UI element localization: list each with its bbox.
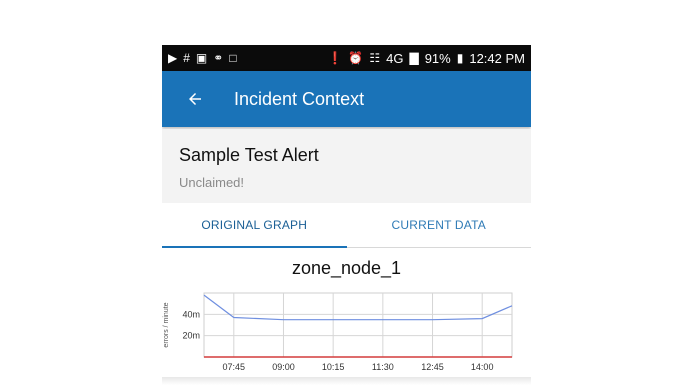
x-tick-label: 12:45 (421, 362, 444, 372)
panel-shadow (162, 377, 531, 385)
graph-title: zone_node_1 (291, 258, 402, 278)
battery-icon: ▮ (456, 51, 464, 65)
x-tick-label: 10:15 (322, 362, 345, 372)
status-bar: ▶ # ▣ ⚭ □ ❗ ⏰ ☷ 4G ▇ 91% ▮ 12:42 PM (162, 45, 531, 71)
wifi-icon: ☷ (369, 51, 381, 65)
image-icon: ▣ (195, 51, 208, 65)
tab-original-graph[interactable]: ORIGINAL GRAPH (162, 203, 347, 248)
battery-percent: 91% (424, 50, 451, 66)
y-tick-label: 40m (182, 309, 200, 319)
phone-screen: ▶ # ▣ ⚭ □ ❗ ⏰ ☷ 4G ▇ 91% ▮ 12:42 PM Inci… (162, 45, 531, 390)
x-tick-label: 14:00 (471, 362, 494, 372)
status-left-icons: ▶ # ▣ ⚭ □ (162, 52, 243, 64)
play-store-icon: ▶ (168, 51, 178, 65)
alert-title: Sample Test Alert (179, 145, 319, 165)
tab-current-data-label: CURRENT DATA (391, 218, 486, 232)
bluetooth-icon: ❗ (327, 51, 343, 65)
slack-icon: # (183, 51, 190, 65)
tab-original-graph-label: ORIGINAL GRAPH (201, 218, 308, 232)
network-type: 4G (386, 50, 404, 66)
arrow-back-icon[interactable] (184, 88, 206, 110)
plot-frame (203, 292, 513, 358)
status-right-icons: ❗ ⏰ ☷ 4G ▇ 91% ▮ 12:42 PM (321, 51, 531, 66)
key-icon: ⚭ (213, 51, 224, 65)
page-title: Incident Context (234, 88, 365, 109)
series-line-errors (203, 294, 513, 321)
x-tick-label: 11:30 (372, 362, 394, 372)
app-bar: Incident Context (162, 71, 531, 127)
line-chart: 07:45 09:00 10:15 11:30 12:45 14:00 40m 20m erro… (163, 292, 513, 372)
x-tick-label: 07:45 (223, 362, 246, 372)
alert-status: Unclaimed! (179, 175, 245, 190)
calendar-icon: □ (229, 51, 237, 65)
graph-panel: zone_node_1 07:45 09:00 10:15 11:30 12:45 14:… (162, 248, 531, 390)
x-tick-label: 09:00 (272, 362, 295, 372)
tab-bar: ORIGINAL GRAPH CURRENT DATA (162, 203, 531, 248)
alarm-icon: ⏰ (348, 51, 364, 65)
alert-card: Sample Test Alert Unclaimed! (162, 129, 531, 203)
tab-current-data[interactable]: CURRENT DATA (347, 203, 532, 247)
signal-icon: ▇ (409, 51, 419, 65)
y-axis-label: errors / minute (163, 302, 170, 347)
clock-time: 12:42 PM (469, 50, 525, 66)
y-tick-label: 20m (182, 331, 200, 341)
